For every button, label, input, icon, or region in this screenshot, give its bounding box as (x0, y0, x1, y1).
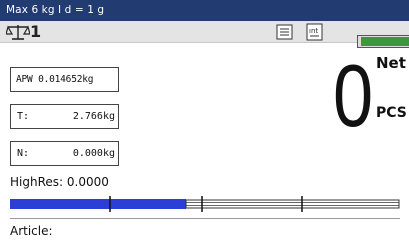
article-label: Article: (10, 224, 53, 238)
int-icon[interactable]: ınt (306, 23, 323, 41)
apw-field[interactable]: APW 0.014652kg (10, 67, 119, 92)
tare-value: 2.766kg (72, 111, 115, 122)
tare-field[interactable]: T: 2.766kg (10, 104, 119, 129)
tare-label: T: (17, 111, 30, 122)
status-indicator-fill (361, 37, 409, 46)
scale-icon (6, 25, 30, 40)
status-bar: 1 ınt (0, 21, 409, 43)
svg-text:ınt: ınt (309, 27, 318, 35)
capacity-text: Max 6 kg I d = 1 g (6, 4, 105, 16)
scale-number: 1 (30, 22, 42, 41)
net-field[interactable]: N: 0.000kg (10, 141, 119, 166)
net-value: 0.000kg (72, 148, 115, 159)
apw-text: APW 0.014652kg (16, 74, 94, 85)
bar-graph-track (185, 199, 400, 209)
bar-graph-fill (10, 199, 186, 209)
title-bar: Max 6 kg I d = 1 g (0, 0, 409, 21)
list-icon[interactable] (276, 24, 293, 40)
unit-net-label: Net (376, 54, 406, 72)
net-label: N: (17, 148, 30, 159)
separator-line (10, 218, 400, 219)
weight-display: 0 (333, 46, 374, 145)
bar-graph (10, 196, 400, 212)
unit-pcs-label: PCS (376, 105, 407, 121)
highres-readout: HighRes: 0.0000 (10, 175, 109, 189)
